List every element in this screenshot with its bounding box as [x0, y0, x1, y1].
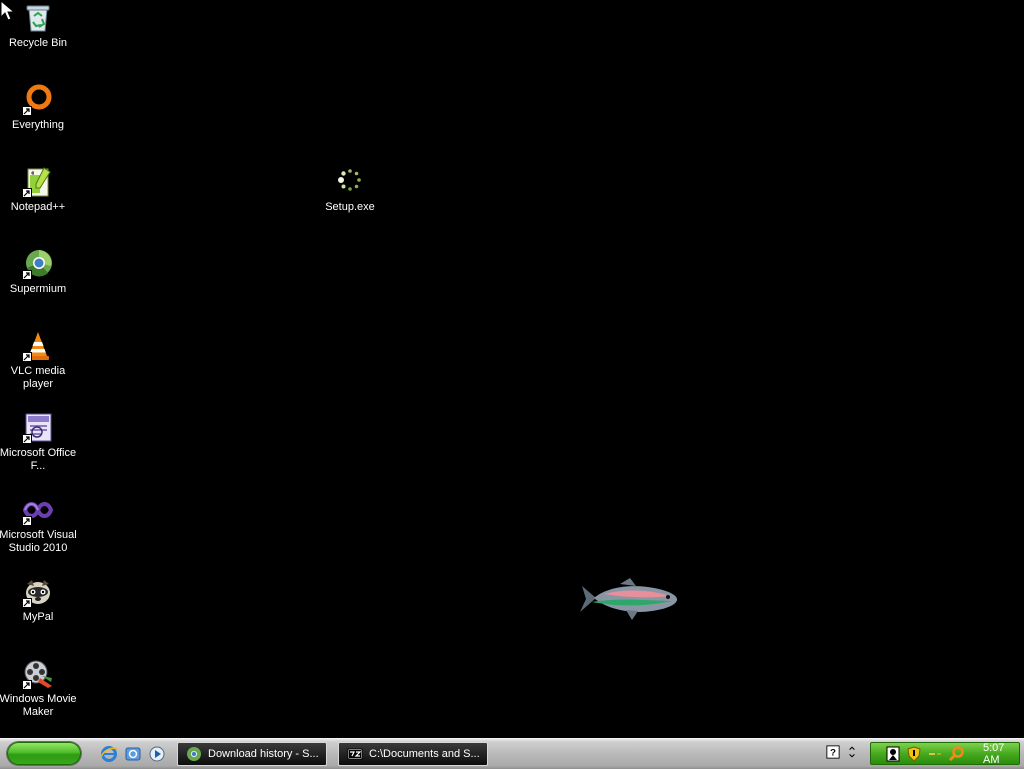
- everything-icon: [22, 84, 54, 116]
- shortcut-arrow-icon: [22, 188, 32, 198]
- recycle-bin-icon: [22, 2, 54, 34]
- system-tray: 5:07 AM: [870, 742, 1020, 766]
- movie-maker-icon: [22, 658, 54, 690]
- notepadpp-icon: [22, 166, 54, 198]
- taskbar-button-label: C:\Documents and S...: [369, 748, 480, 760]
- desktop-icon-visual-studio[interactable]: Microsoft Visual Studio 2010: [0, 494, 77, 555]
- network-icon[interactable]: [885, 746, 901, 762]
- 7zip-icon: [347, 748, 363, 760]
- volume-icon[interactable]: [927, 746, 943, 762]
- desktop-icon-everything[interactable]: Everything: [0, 84, 77, 132]
- supermium-icon: [22, 248, 54, 280]
- desktop-icon-supermium[interactable]: Supermium: [0, 248, 77, 296]
- desktop-icon-label: MyPal: [22, 611, 54, 623]
- desktop-icon-notepadpp[interactable]: Notepad++: [0, 166, 77, 214]
- desktop-icon-movie-maker[interactable]: Windows Movie Maker: [0, 658, 77, 719]
- desktop-icon-label: Setup.exe: [325, 201, 375, 213]
- shortcut-arrow-icon: [22, 434, 32, 444]
- shortcut-arrow-icon: [22, 516, 32, 526]
- svg-text:?: ?: [830, 748, 836, 759]
- show-desktop-icon[interactable]: [124, 745, 142, 763]
- desktop-icon-label: Microsoft Office F...: [0, 447, 77, 472]
- chevron-icon[interactable]: [848, 745, 856, 762]
- shortcut-arrow-icon: [22, 680, 32, 690]
- desktop-icon-office[interactable]: Microsoft Office F...: [0, 412, 77, 473]
- search-icon[interactable]: [948, 745, 964, 762]
- desktop-icon-mypal[interactable]: MyPal: [0, 576, 77, 624]
- media-player-icon[interactable]: [148, 745, 166, 763]
- mypal-icon: [22, 576, 54, 608]
- office-icon: [22, 412, 54, 444]
- desktop-icon-label: Recycle Bin: [8, 37, 68, 49]
- desktop-icon-label: Everything: [12, 119, 64, 131]
- desktop-icon-vlc[interactable]: VLC media player: [0, 330, 77, 391]
- desktop-icon-label: Windows Movie Maker: [0, 693, 77, 718]
- security-shield-icon[interactable]: [906, 745, 922, 762]
- desktop-icon-label: VLC media player: [10, 365, 66, 390]
- desktop-icon-label: Microsoft Visual Studio 2010: [0, 529, 77, 554]
- shortcut-arrow-icon: [22, 106, 32, 116]
- desktop[interactable]: Recycle Bin Everything Notepad++ Supermi…: [0, 0, 1024, 738]
- help-icon[interactable]: ?: [826, 745, 840, 762]
- desktop-icon-label: Notepad++: [10, 201, 66, 213]
- taskbar-button-download-history[interactable]: Download history - S...: [177, 742, 327, 766]
- quick-launch: [100, 745, 166, 763]
- desktop-icon-recycle-bin[interactable]: Recycle Bin: [0, 2, 77, 50]
- supermium-icon: [187, 747, 201, 761]
- internet-explorer-icon[interactable]: [100, 745, 118, 763]
- taskbar: Download history - S... C:\Documents and…: [0, 738, 1024, 769]
- fish-image: [574, 576, 680, 622]
- shortcut-arrow-icon: [22, 352, 32, 362]
- taskbar-button-label: Download history - S...: [208, 748, 319, 760]
- taskbar-button-7zip[interactable]: C:\Documents and S...: [338, 742, 488, 766]
- clock[interactable]: 5:07 AM: [983, 742, 1019, 766]
- start-button[interactable]: [7, 742, 81, 765]
- setup-exe-icon: [334, 166, 366, 198]
- visual-studio-icon: [22, 494, 54, 526]
- desktop-icon-setup-exe[interactable]: Setup.exe: [311, 166, 389, 214]
- vlc-icon: [22, 330, 54, 362]
- shortcut-arrow-icon: [22, 598, 32, 608]
- shortcut-arrow-icon: [22, 270, 32, 280]
- notification-extras: ?: [826, 745, 856, 762]
- desktop-icon-label: Supermium: [9, 283, 67, 295]
